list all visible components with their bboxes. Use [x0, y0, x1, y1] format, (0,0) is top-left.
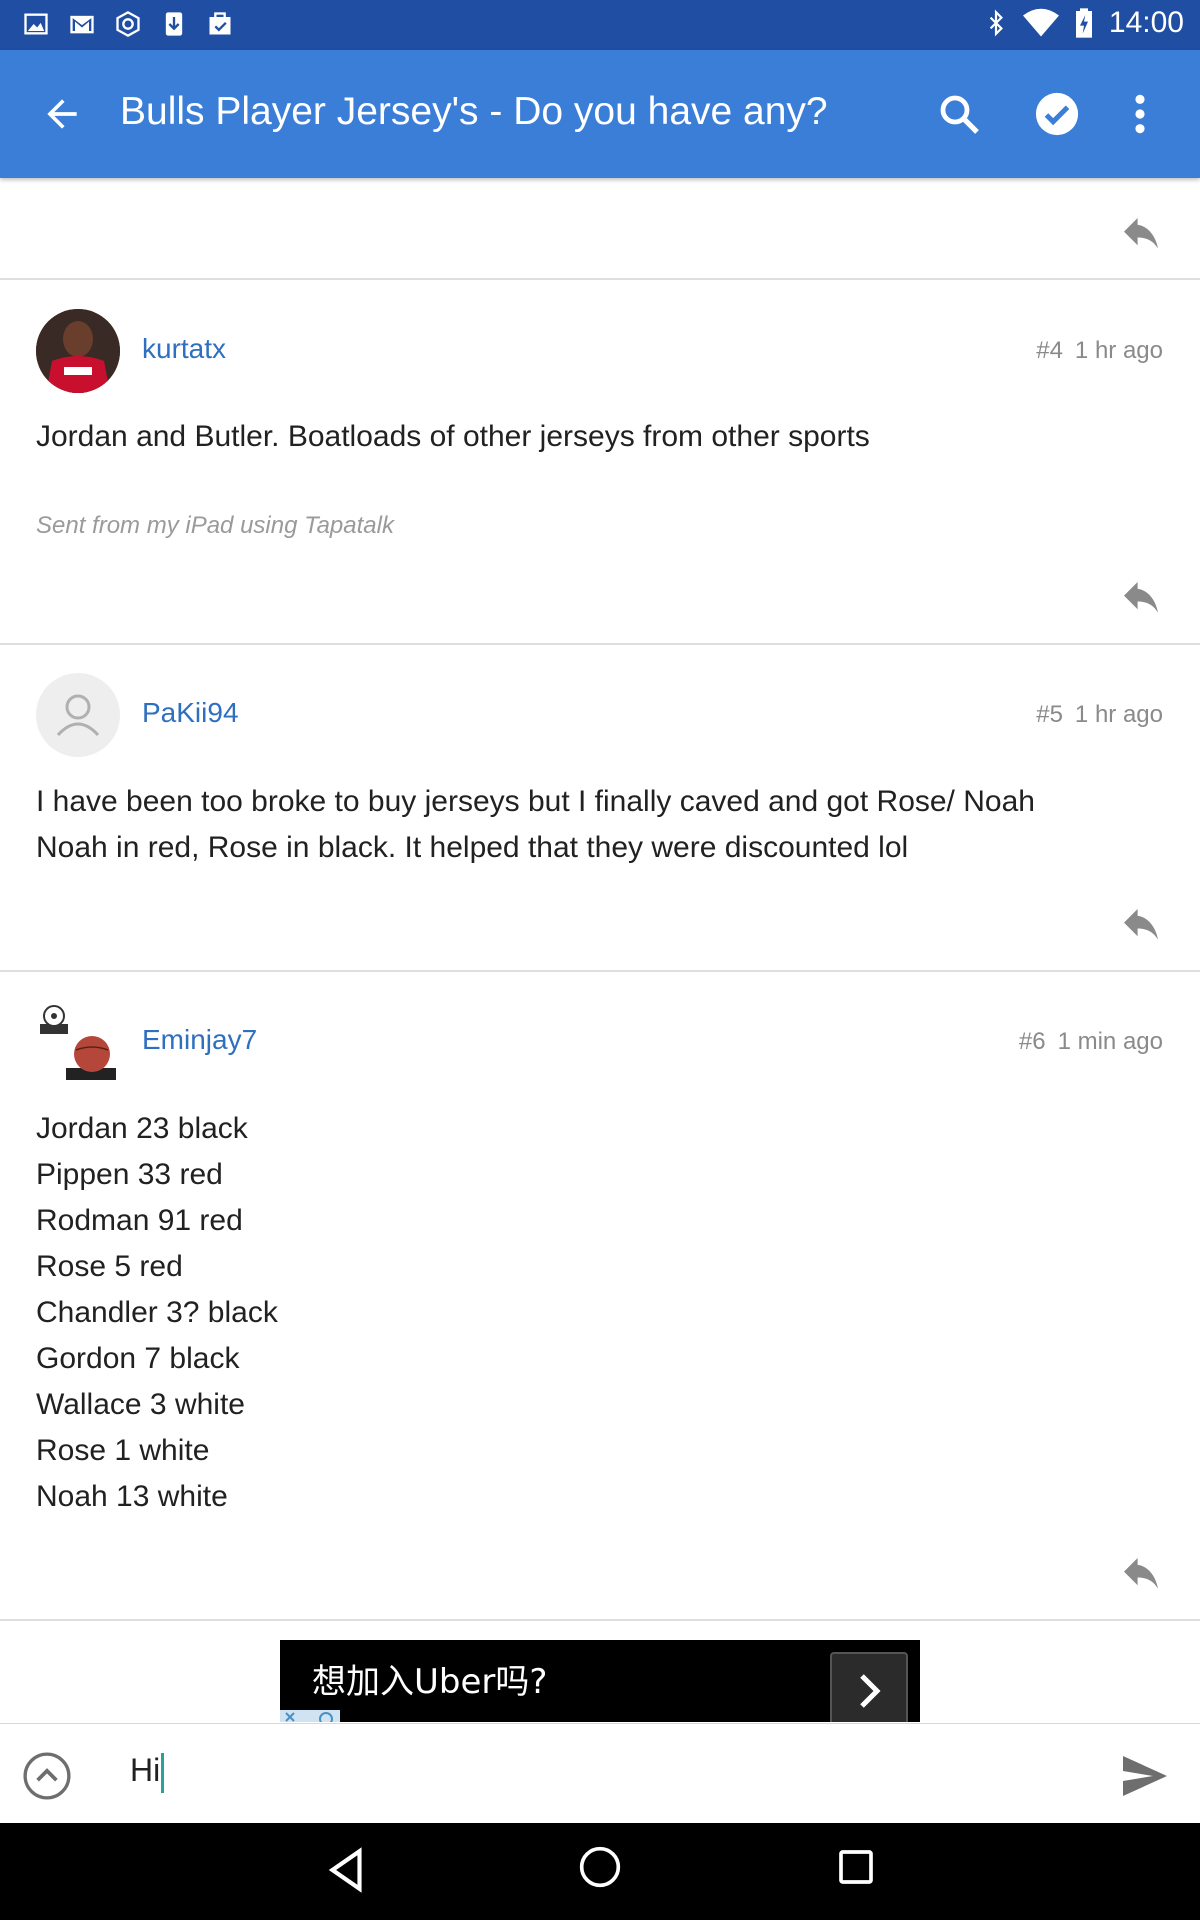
nav-home-icon[interactable] — [578, 1845, 622, 1889]
post-line: Pippen 33 red — [36, 1158, 223, 1191]
reply-icon[interactable] — [1120, 1558, 1162, 1592]
post-line: Jordan 23 black — [36, 1112, 248, 1145]
post-line: Wallace 3 white — [36, 1388, 245, 1421]
post-number: #4 — [1036, 337, 1063, 364]
reply-icon[interactable] — [1120, 909, 1162, 943]
ad-choices-icon[interactable] — [280, 1710, 340, 1722]
post-meta: #6 1 min ago — [1019, 1028, 1163, 1056]
bluetooth-icon — [989, 9, 1003, 37]
post-body: Jordan 23 black Pippen 33 red Rodman 91 … — [36, 1106, 278, 1520]
post-signature: Sent from my iPad using Tapatalk — [36, 512, 394, 539]
download-icon — [165, 12, 183, 36]
balls-avatar — [36, 1000, 120, 1084]
post-line: Rose 5 red — [36, 1250, 183, 1283]
post-line: Rose 1 white — [36, 1434, 210, 1467]
notification-icons — [22, 10, 234, 38]
chevron-right-icon — [860, 1674, 881, 1708]
username[interactable]: kurtatx — [142, 333, 226, 365]
reply-input[interactable]: Hi — [130, 1752, 165, 1793]
post-meta: #4 1 hr ago — [1036, 337, 1163, 365]
send-icon[interactable] — [1120, 1754, 1170, 1798]
text-cursor — [161, 1752, 165, 1793]
avatar[interactable] — [36, 1000, 120, 1084]
post-line: Jordan and Butler. Boatloads of other je… — [36, 420, 870, 453]
ad-banner[interactable]: 想加入Uber吗? — [280, 1640, 920, 1722]
thread-title: Bulls Player Jersey's - Do you have any? — [120, 90, 828, 133]
post-divider — [0, 970, 1200, 972]
reply-composer: Hi — [0, 1723, 1200, 1824]
system-status: 14:00 — [983, 6, 1184, 40]
reply-icon[interactable] — [1120, 582, 1162, 616]
post-line: Gordon 7 black — [36, 1342, 240, 1375]
status-bar: 14:00 — [0, 0, 1200, 50]
app-bar: Bulls Player Jersey's - Do you have any? — [0, 50, 1200, 178]
post-time: 1 min ago — [1057, 1028, 1163, 1055]
system-nav-bar — [0, 1823, 1200, 1920]
post-line: I have been too broke to buy jerseys but… — [36, 785, 1035, 818]
more-vert-icon[interactable] — [1126, 92, 1154, 136]
post-divider — [0, 1619, 1200, 1621]
post-line: Rodman 91 red — [36, 1204, 243, 1237]
expand-up-icon[interactable] — [22, 1751, 72, 1801]
nav-recents-icon[interactable] — [836, 1847, 876, 1887]
post-meta: #5 1 hr ago — [1036, 701, 1163, 729]
post-line: Chandler 3? black — [36, 1296, 278, 1329]
post-divider — [0, 278, 1200, 280]
gmail-icon — [70, 15, 94, 34]
post-body: I have been too broke to buy jerseys but… — [36, 779, 1035, 871]
wifi-icon — [1022, 8, 1059, 37]
battery-charging-icon — [1075, 8, 1092, 38]
default-user-avatar — [56, 694, 100, 737]
gallery-icon — [24, 13, 48, 35]
clock: 14:00 — [1108, 6, 1184, 39]
post-time: 1 hr ago — [1074, 701, 1163, 728]
check-icon[interactable] — [1034, 91, 1080, 137]
bulls-player-avatar — [36, 309, 120, 393]
sync-icon — [116, 10, 140, 38]
avatar[interactable] — [36, 309, 120, 393]
reply-icon[interactable] — [1120, 218, 1162, 252]
post-number: #5 — [1036, 701, 1063, 728]
username[interactable]: Eminjay7 — [142, 1024, 257, 1056]
post-body: Jordan and Butler. Boatloads of other je… — [36, 414, 870, 460]
post-line: Noah in red, Rose in black. It helped th… — [36, 831, 909, 864]
avatar[interactable] — [36, 673, 120, 757]
search-icon[interactable] — [935, 90, 983, 138]
task-icon — [209, 12, 231, 35]
ad-next-button[interactable] — [830, 1652, 908, 1722]
reply-input-text: Hi — [130, 1752, 161, 1788]
nav-back-icon[interactable] — [322, 1845, 372, 1895]
post-time: 1 hr ago — [1074, 337, 1163, 364]
post-divider — [0, 643, 1200, 645]
post-line: Noah 13 white — [36, 1480, 228, 1513]
back-arrow-icon[interactable] — [40, 92, 84, 136]
post-number: #6 — [1018, 1028, 1046, 1055]
username[interactable]: PaKii94 — [142, 697, 239, 729]
ad-text: 想加入Uber吗? — [312, 1662, 548, 1702]
